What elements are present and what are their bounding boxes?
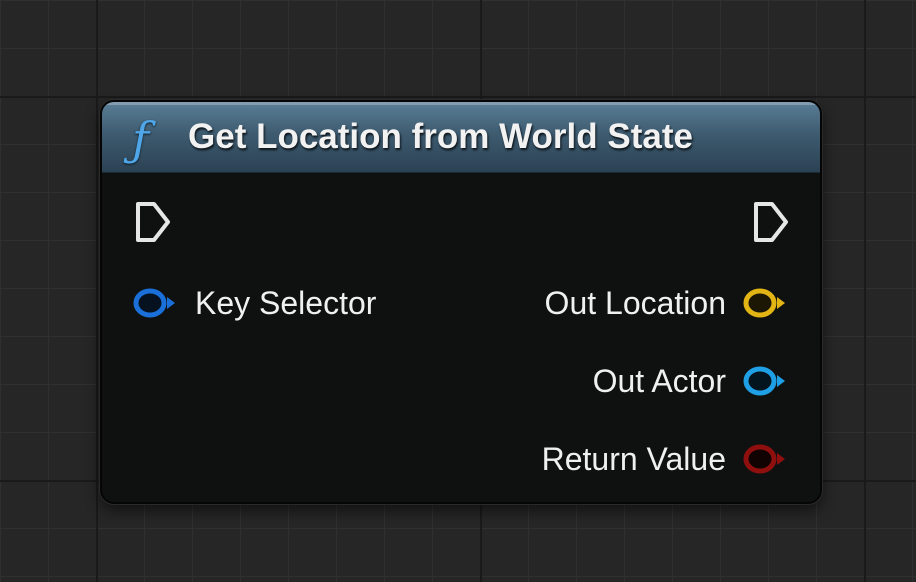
- node-header[interactable]: ƒ Get Location from World State: [102, 102, 820, 173]
- key-selector-pin-icon[interactable]: [132, 287, 178, 319]
- function-node[interactable]: ƒ Get Location from World State Key Sele…: [100, 100, 822, 504]
- return-value-label: Return Value: [541, 441, 726, 477]
- out-actor-pin-icon[interactable]: [742, 365, 788, 397]
- node-title: Get Location from World State: [188, 117, 693, 156]
- out-location-label: Out Location: [544, 285, 726, 321]
- out-location-pin-icon[interactable]: [742, 287, 788, 319]
- out-actor-label: Out Actor: [592, 363, 726, 399]
- exec-output-pin-icon[interactable]: [752, 200, 792, 244]
- return-value-pin-icon[interactable]: [742, 443, 788, 475]
- function-icon: ƒ: [132, 112, 150, 166]
- key-selector-label: Key Selector: [195, 285, 377, 321]
- exec-input-pin-icon[interactable]: [134, 200, 174, 244]
